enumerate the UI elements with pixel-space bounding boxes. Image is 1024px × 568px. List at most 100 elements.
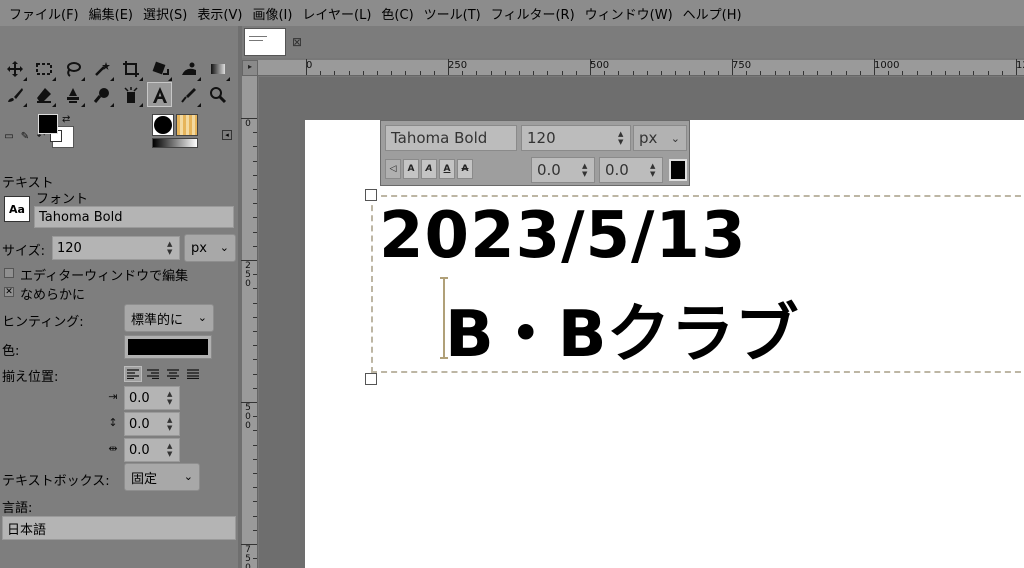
foreground-color[interactable] — [38, 114, 58, 134]
menu-layer[interactable]: レイヤー(L) — [297, 4, 376, 23]
move-tool-icon[interactable] — [2, 56, 27, 81]
justify-left-icon[interactable] — [124, 366, 142, 382]
text-box-handle[interactable] — [365, 373, 377, 385]
ruler-tick — [490, 71, 492, 75]
menu-view[interactable]: 表示(V) — [192, 4, 247, 23]
indent-input[interactable]: 0.0 ▲ ▼ — [124, 386, 180, 410]
gradient-icon[interactable] — [205, 56, 230, 81]
ruler-tick — [253, 373, 257, 375]
overlay-size-field[interactable]: 120 ▲ ▼ — [521, 125, 631, 151]
italic-button[interactable]: A — [421, 159, 437, 179]
ruler-tick — [1001, 71, 1003, 75]
ruler-tick — [519, 71, 520, 75]
overlay-color-button[interactable] — [669, 159, 687, 181]
baseline-field[interactable]: 0.0 ▲ ▼ — [531, 157, 595, 183]
size-input[interactable]: 120 ▲ ▼ — [52, 236, 180, 260]
menu-select[interactable]: 選択(S) — [138, 4, 192, 23]
font-field[interactable]: Tahoma Bold — [34, 206, 234, 228]
kerning-field[interactable]: 0.0 ▲ ▼ — [599, 157, 663, 183]
ruler-label: 0 — [245, 119, 251, 129]
justify-fill-icon[interactable] — [184, 366, 202, 382]
ruler-corner-icon[interactable]: ▸ — [242, 60, 258, 76]
menu-file[interactable]: ファイル(F) — [4, 4, 84, 23]
justify-center-icon[interactable] — [164, 366, 182, 382]
tool-options-tab-icon[interactable]: ▭ — [2, 129, 16, 143]
text-color-button[interactable] — [124, 335, 212, 359]
language-field[interactable]: 日本語 — [2, 516, 236, 540]
bold-button[interactable]: A — [403, 159, 419, 179]
menu-colors[interactable]: 色(C) — [376, 4, 418, 23]
box-mode-dropdown[interactable]: 固定 ⌄ — [124, 463, 200, 491]
dodge-icon[interactable] — [118, 82, 143, 107]
crop-icon[interactable] — [118, 56, 143, 81]
ruler-tick — [253, 160, 257, 162]
kerning-spinner-icon[interactable]: ▲ ▼ — [650, 158, 660, 182]
hinting-dropdown[interactable]: 標準的に ⌄ — [124, 304, 214, 332]
ruler-tick — [632, 71, 634, 75]
smudge-icon[interactable] — [89, 82, 114, 107]
size-unit-dropdown[interactable]: px ⌄ — [184, 234, 236, 262]
font-preview-icon[interactable]: Aa — [4, 196, 30, 222]
overlay-font-value: Tahoma Bold — [391, 129, 488, 147]
device-status-tab-icon[interactable]: ✎ — [18, 129, 32, 143]
menu-tools[interactable]: ツール(T) — [419, 4, 486, 23]
menu-image[interactable]: 画像(I) — [247, 4, 297, 23]
baseline-spinner-icon[interactable]: ▲ ▼ — [582, 158, 592, 182]
zoom-icon[interactable] — [205, 82, 230, 107]
transform-icon[interactable] — [147, 56, 172, 81]
line-spacing-spinner-icon[interactable]: ▲ ▼ — [167, 413, 177, 435]
ruler-tick — [547, 71, 549, 75]
ruler-tick — [504, 71, 506, 75]
ruler-tick — [391, 71, 393, 75]
letter-spacing-spinner-icon[interactable]: ▲ ▼ — [167, 439, 177, 461]
menu-help[interactable]: ヘルプ(H) — [678, 4, 747, 23]
strikethrough-button[interactable]: A — [457, 159, 473, 179]
indent-value: 0.0 — [129, 390, 150, 406]
eraser-icon[interactable] — [31, 82, 56, 107]
menu-windows[interactable]: ウィンドウ(W) — [580, 4, 678, 23]
font-label: フォント — [36, 192, 89, 207]
paintbrush-icon[interactable] — [2, 82, 27, 107]
swap-colors-icon[interactable]: ⇄ — [62, 114, 70, 125]
use-editor-checkbox[interactable] — [4, 268, 14, 278]
menu-bar: ファイル(F) 編集(E) 選択(S) 表示(V) 画像(I) レイヤー(L) … — [0, 0, 1024, 26]
lasso-icon[interactable] — [60, 56, 85, 81]
ruler-tick — [888, 71, 890, 75]
ruler-tick — [241, 544, 257, 545]
text-cursor — [440, 277, 448, 359]
fuzzy-select-icon[interactable] — [89, 56, 114, 81]
line-spacing-input[interactable]: 0.0 ▲ ▼ — [124, 412, 180, 436]
clone-icon[interactable] — [60, 82, 85, 107]
ruler-tick — [405, 71, 407, 75]
ruler-tick — [945, 71, 946, 75]
clear-style-icon[interactable]: ◁ — [385, 159, 401, 179]
text-tool-icon[interactable] — [147, 82, 172, 107]
warp-icon[interactable] — [176, 56, 201, 81]
close-icon[interactable]: ⊠ — [292, 35, 302, 49]
antialias-checkbox[interactable]: ✕ — [4, 287, 14, 297]
letter-spacing-input[interactable]: 0.0 ▲ ▼ — [124, 438, 180, 462]
overlay-unit-dropdown[interactable]: px ⌄ — [633, 125, 687, 151]
letter-spacing-icon: ⇹ — [108, 442, 118, 455]
menu-edit[interactable]: 編集(E) — [84, 4, 138, 23]
ruler-tick — [561, 71, 563, 75]
vertical-ruler[interactable]: 0 2 5 0 5 0 0 7 5 0 — [241, 76, 258, 568]
dock-menu-icon[interactable]: ◂ — [222, 130, 232, 140]
underline-button[interactable]: A — [439, 159, 455, 179]
size-spinner-icon[interactable]: ▲ ▼ — [167, 237, 177, 259]
canvas-text-line-2[interactable]: B・Bクラブ — [445, 283, 799, 375]
horizontal-ruler[interactable]: 0 250 500 750 1000 1250 — [258, 59, 1024, 76]
ruler-tick — [604, 71, 606, 75]
overlay-size-spinner-icon[interactable]: ▲ ▼ — [618, 126, 628, 150]
image-thumbnail[interactable] — [244, 28, 286, 56]
justify-right-icon[interactable] — [144, 366, 162, 382]
ruler-label: 500 — [590, 60, 610, 71]
canvas-text-line-1[interactable]: 2023/5/13 — [379, 199, 746, 273]
menu-filters[interactable]: フィルター(R) — [486, 4, 580, 23]
indent-spinner-icon[interactable]: ▲ ▼ — [167, 387, 177, 409]
overlay-font-field[interactable]: Tahoma Bold — [385, 125, 517, 151]
color-picker-icon[interactable] — [176, 82, 201, 107]
ruler-tick — [253, 387, 257, 389]
rect-select-icon[interactable] — [31, 56, 56, 81]
text-box-handle[interactable] — [365, 189, 377, 201]
